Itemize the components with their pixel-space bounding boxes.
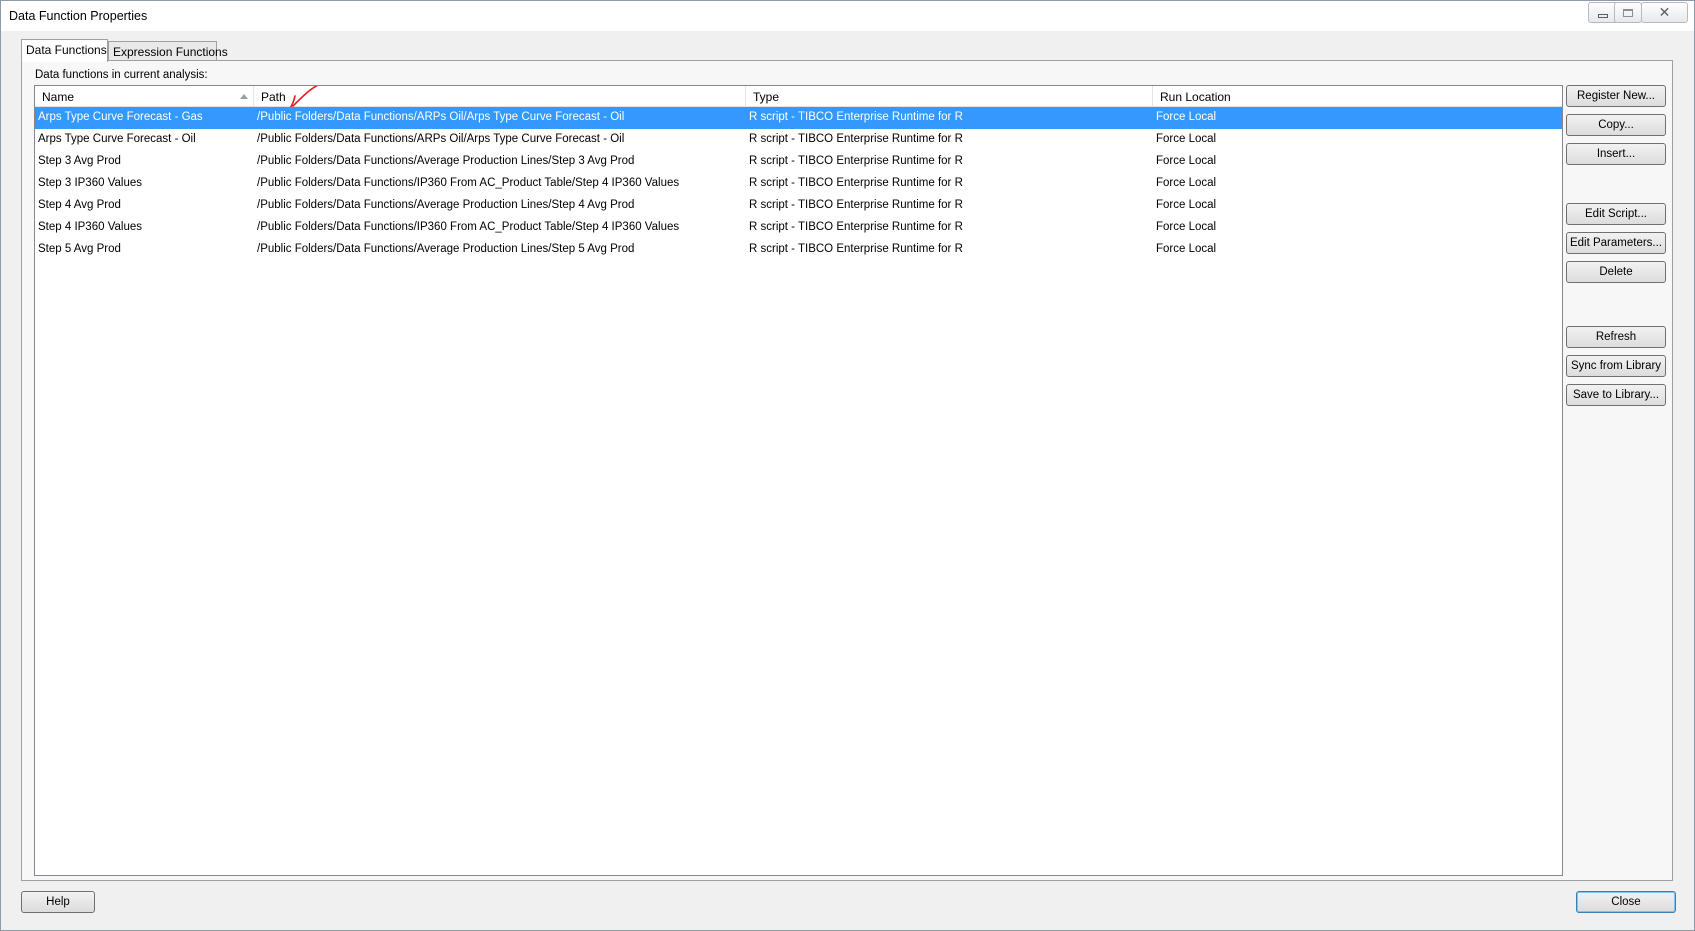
list-rows: Arps Type Curve Forecast - Gas /Public F… xyxy=(35,107,1562,261)
register-new-button[interactable]: Register New... xyxy=(1566,85,1666,107)
cell-run-location: Force Local xyxy=(1156,221,1217,233)
delete-button[interactable]: Delete xyxy=(1566,261,1666,283)
sync-from-library-button[interactable]: Sync from Library xyxy=(1566,355,1666,377)
help-button[interactable]: Help xyxy=(21,891,95,913)
cell-run-location: Force Local xyxy=(1156,133,1217,145)
window-close-button[interactable]: ✕ xyxy=(1641,2,1688,23)
column-header-label: Path xyxy=(261,90,286,104)
column-header-label: Run Location xyxy=(1160,90,1231,104)
maximize-button[interactable] xyxy=(1614,2,1642,23)
table-row[interactable]: Step 3 IP360 Values /Public Folders/Data… xyxy=(35,173,1562,195)
tab-expression-functions[interactable]: Expression Functions xyxy=(108,41,228,61)
title-bar: Data Function Properties ✕ xyxy=(1,1,1694,31)
section-label: Data functions in current analysis: xyxy=(35,69,208,81)
cell-name: Step 4 IP360 Values xyxy=(38,221,142,233)
cell-path: /Public Folders/Data Functions/ARPs Oil/… xyxy=(257,133,625,145)
sort-ascending-icon xyxy=(240,94,248,99)
cell-name: Arps Type Curve Forecast - Gas xyxy=(38,111,203,123)
cell-type: R script - TIBCO Enterprise Runtime for … xyxy=(749,221,963,233)
table-row[interactable]: Arps Type Curve Forecast - Oil /Public F… xyxy=(35,129,1562,151)
table-row[interactable]: Step 5 Avg Prod /Public Folders/Data Fun… xyxy=(35,239,1562,261)
column-header-run-location[interactable]: Run Location xyxy=(1153,86,1562,107)
tab-data-functions[interactable]: Data Functions xyxy=(21,39,108,62)
cell-run-location: Force Local xyxy=(1156,111,1217,123)
cell-name: Arps Type Curve Forecast - Oil xyxy=(38,133,196,145)
cell-path: /Public Folders/Data Functions/IP360 Fro… xyxy=(257,221,680,233)
close-icon: ✕ xyxy=(1658,4,1671,20)
cell-type: R script - TIBCO Enterprise Runtime for … xyxy=(749,177,963,189)
maximize-icon xyxy=(1623,8,1633,17)
column-header-type[interactable]: Type xyxy=(746,86,1153,107)
cell-path: /Public Folders/Data Functions/Average P… xyxy=(257,155,635,167)
cell-name: Step 3 Avg Prod xyxy=(38,155,121,167)
cell-type: R script - TIBCO Enterprise Runtime for … xyxy=(749,155,963,167)
cell-run-location: Force Local xyxy=(1156,243,1217,255)
cell-path: /Public Folders/Data Functions/IP360 Fro… xyxy=(257,177,680,189)
edit-parameters-button[interactable]: Edit Parameters... xyxy=(1566,232,1666,254)
close-button[interactable]: Close xyxy=(1576,891,1676,913)
cell-type: R script - TIBCO Enterprise Runtime for … xyxy=(749,111,963,123)
table-row[interactable]: Step 4 IP360 Values /Public Folders/Data… xyxy=(35,217,1562,239)
copy-button[interactable]: Copy... xyxy=(1566,114,1666,136)
minimize-icon xyxy=(1598,13,1608,18)
cell-type: R script - TIBCO Enterprise Runtime for … xyxy=(749,199,963,211)
cell-path: /Public Folders/Data Functions/Average P… xyxy=(257,243,635,255)
list-header: Name Path Type Run Location xyxy=(35,86,1562,112)
cell-type: R script - TIBCO Enterprise Runtime for … xyxy=(749,133,963,145)
cell-type: R script - TIBCO Enterprise Runtime for … xyxy=(749,243,963,255)
cell-run-location: Force Local xyxy=(1156,177,1217,189)
cell-name: Step 4 Avg Prod xyxy=(38,199,121,211)
insert-button[interactable]: Insert... xyxy=(1566,143,1666,165)
tab-panel: Data functions in current analysis: Name… xyxy=(21,60,1673,881)
table-row[interactable]: Step 3 Avg Prod /Public Folders/Data Fun… xyxy=(35,151,1562,173)
edit-script-button[interactable]: Edit Script... xyxy=(1566,203,1666,225)
column-header-label: Type xyxy=(753,90,780,104)
refresh-button[interactable]: Refresh xyxy=(1566,326,1666,348)
cell-name: Step 5 Avg Prod xyxy=(38,243,121,255)
cell-name: Step 3 IP360 Values xyxy=(38,177,142,189)
save-to-library-button[interactable]: Save to Library... xyxy=(1566,384,1666,406)
cell-run-location: Force Local xyxy=(1156,155,1217,167)
data-functions-list[interactable]: Name Path Type Run Location Arps Type Cu… xyxy=(34,85,1563,876)
cell-path: /Public Folders/Data Functions/ARPs Oil/… xyxy=(257,111,625,123)
table-row[interactable]: Step 4 Avg Prod /Public Folders/Data Fun… xyxy=(35,195,1562,217)
column-header-label: Name xyxy=(42,90,75,104)
cell-run-location: Force Local xyxy=(1156,199,1217,211)
table-row[interactable]: Arps Type Curve Forecast - Gas /Public F… xyxy=(35,107,1562,129)
data-function-properties-dialog: Data Function Properties ✕ Data Function… xyxy=(0,0,1695,931)
window-title: Data Function Properties xyxy=(9,9,148,23)
column-header-name[interactable]: Name xyxy=(35,86,254,107)
cell-path: /Public Folders/Data Functions/Average P… xyxy=(257,199,635,211)
